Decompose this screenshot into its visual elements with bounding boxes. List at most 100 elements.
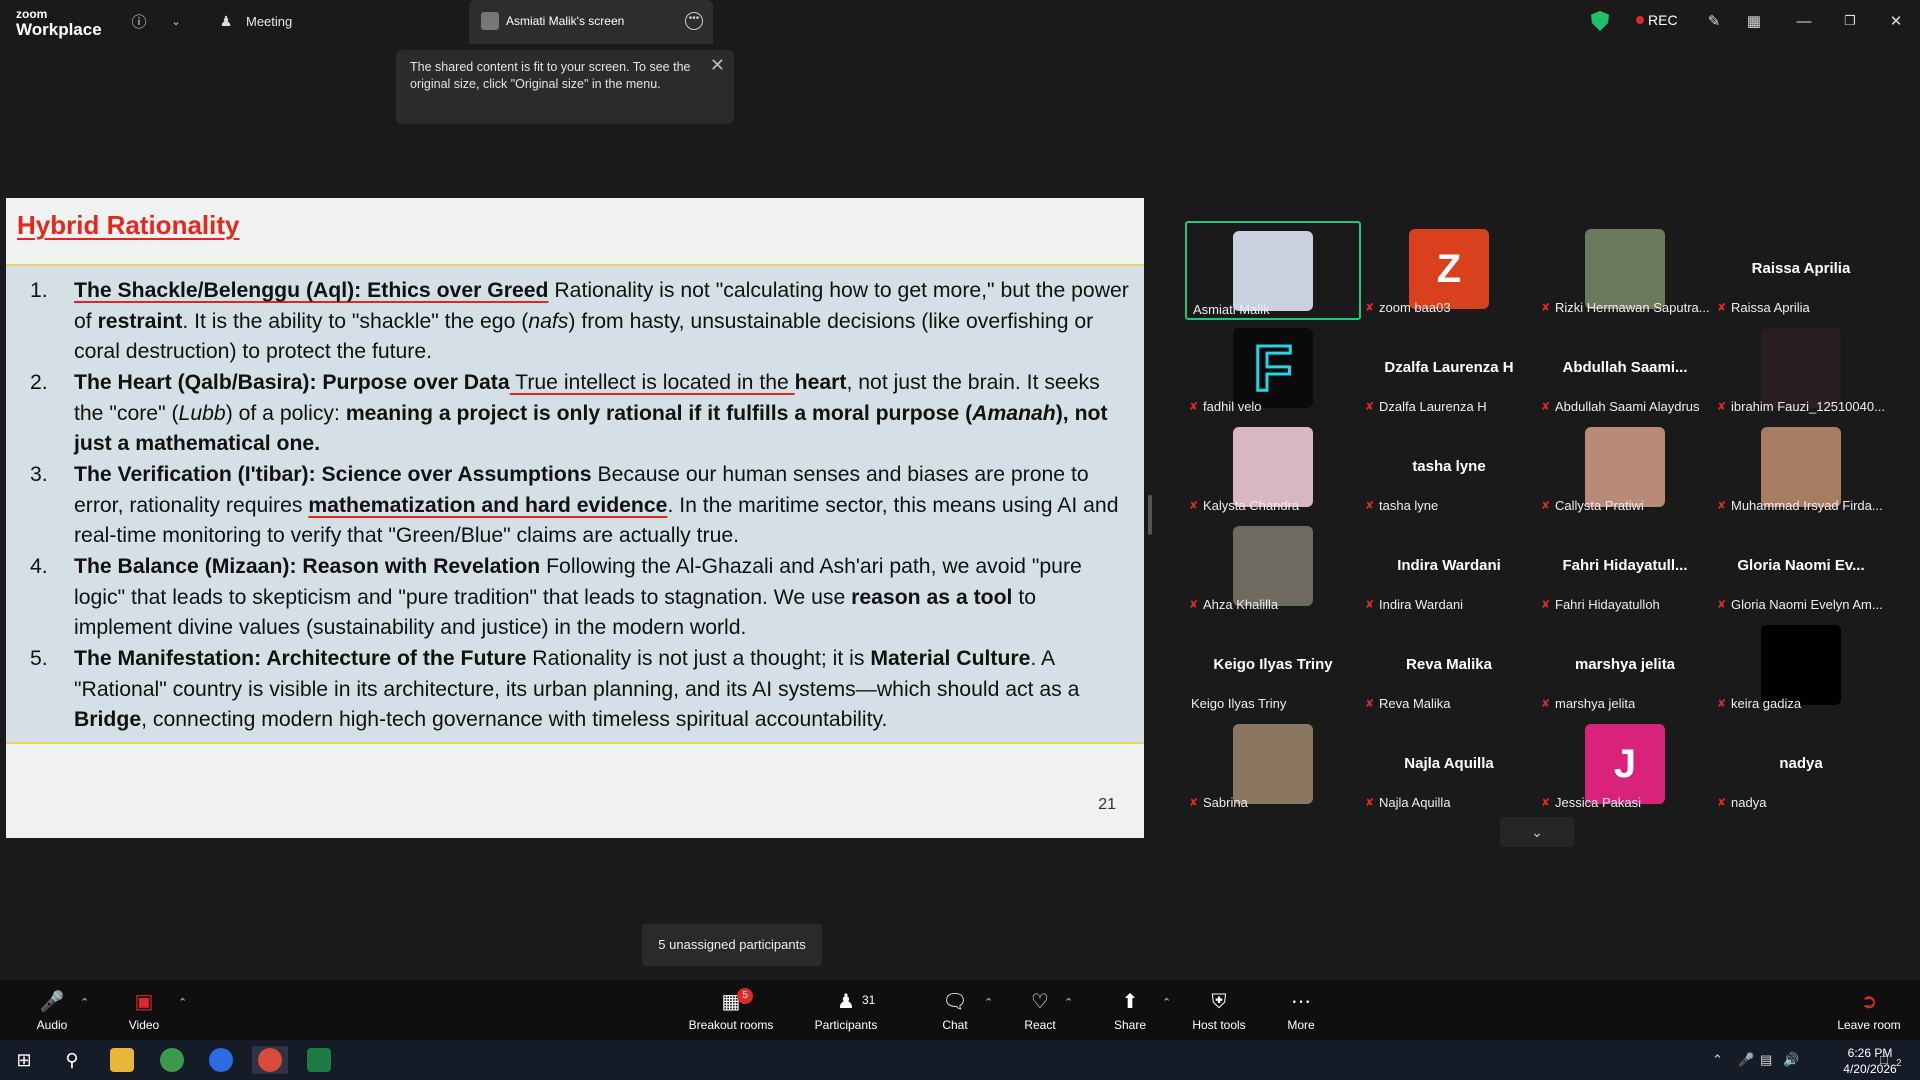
search-icon[interactable]: ⚲	[54, 1046, 90, 1074]
participant-name-label: nadya	[1731, 795, 1767, 810]
tray-expand-icon[interactable]: ⌃	[1712, 1052, 1723, 1068]
participant-tile[interactable]: Abdullah Saami... ✘ Abdullah Saami Alaydru…	[1537, 320, 1713, 419]
info-icon[interactable]: ⓘ	[128, 10, 150, 32]
video-button[interactable]: ▣ Video	[94, 980, 194, 1040]
gallery-next-page-button[interactable]: ⌄	[1500, 817, 1574, 847]
mic-muted-icon: ✘	[1365, 698, 1375, 710]
participant-tile[interactable]: ✘ Sabrina	[1185, 716, 1361, 815]
participant-tile[interactable]: Z ✘ zoom baa03	[1361, 221, 1537, 320]
more-button[interactable]: ⋯ More	[1251, 980, 1351, 1040]
encryption-shield-icon[interactable]	[1591, 11, 1609, 31]
participant-name-label: Muhammad Irsyad Firda...	[1731, 498, 1883, 513]
notifications-icon[interactable]: □	[1880, 1052, 1888, 1067]
view-layout-icon[interactable]: ▦	[1743, 10, 1765, 32]
participant-tile[interactable]: ✘ Ahza Khalilla	[1185, 518, 1361, 617]
video-options-caret[interactable]: ⌃	[178, 996, 187, 1009]
participant-tile[interactable]: J ✘ Jessica Pakasi	[1537, 716, 1713, 815]
participant-name-label: tasha lyne	[1379, 498, 1439, 513]
participant-tile[interactable]: ✘ Kalysta Chandra	[1185, 419, 1361, 518]
meeting-people-icon[interactable]: ♟	[215, 10, 237, 32]
participant-tile[interactable]: Asmiati Malik	[1185, 221, 1361, 320]
participant-tile[interactable]: marshya jelita ✘ marshya jelita	[1537, 617, 1713, 716]
mic-muted-icon: ✘	[1717, 302, 1727, 314]
participants-count: 31	[862, 993, 876, 1007]
participant-name-label: ibrahim Fauzi_12510040...	[1731, 399, 1885, 414]
participant-display-name: Dzalfa Laurenza H	[1384, 359, 1514, 376]
participant-tile[interactable]: ✘ keira gadiza	[1713, 617, 1889, 716]
zoom-app-icon[interactable]	[203, 1046, 239, 1074]
participant-tile[interactable]: Reva Malika ✘ Reva Malika	[1361, 617, 1537, 716]
leave-door-icon: ➲	[1860, 991, 1878, 1013]
recording-indicator[interactable]: REC	[1648, 12, 1678, 28]
participant-name-label: Callysta Pratiwi	[1555, 498, 1644, 513]
participant-tile[interactable]: Najla Aquilla ✘ Najla Aquilla	[1361, 716, 1537, 815]
network-icon[interactable]: ▤	[1760, 1052, 1772, 1068]
participant-name-label: Kalysta Chandra	[1203, 498, 1300, 513]
windows-start-icon[interactable]: ⊞	[6, 1046, 42, 1074]
participant-tile[interactable]: Indira Wardani ✘ Indira Wardani	[1361, 518, 1537, 617]
participant-name-label: Indira Wardani	[1379, 597, 1464, 612]
excel-icon[interactable]	[301, 1046, 337, 1074]
participant-display-name: nadya	[1779, 755, 1823, 772]
participant-tile[interactable]: ✘ Callysta Pratiwi	[1537, 419, 1713, 518]
share-button[interactable]: ⬆ Share	[1080, 980, 1180, 1040]
participant-video	[1233, 526, 1313, 606]
minimize-icon[interactable]: —	[1793, 10, 1815, 32]
participant-tile[interactable]: ✘ ibrahim Fauzi_12510040...	[1713, 320, 1889, 419]
participant-name-label: Raissa Aprilia	[1731, 300, 1810, 315]
participant-tile[interactable]: Raissa Aprilia ✘ Raissa Aprilia	[1713, 221, 1889, 320]
participant-name-label: keira gadiza	[1731, 696, 1802, 711]
microphone-tray-icon[interactable]: 🎤	[1738, 1052, 1754, 1068]
participant-tile[interactable]: Fahri Hidayatull... ✘ Fahri Hidayatulloh	[1537, 518, 1713, 617]
top-bar: zoom Workplace ⓘ ⌄ ♟ Meeting Asmiati Mal…	[0, 0, 1920, 44]
react-button[interactable]: ♡ React	[990, 980, 1090, 1040]
react-heart-icon: ♡	[1031, 991, 1049, 1013]
chevron-down-icon[interactable]: ⌄	[165, 10, 187, 32]
participant-name-label: Ahza Khalilla	[1203, 597, 1279, 612]
breakout-rooms-button[interactable]: ▦ Breakout rooms	[681, 980, 781, 1040]
file-explorer-icon[interactable]	[104, 1046, 140, 1074]
shared-screen-tab[interactable]: Asmiati Malik's screen •••	[469, 0, 713, 44]
participant-tile[interactable]: F ✘ fadhil velo	[1185, 320, 1361, 419]
participant-name-label: Fahri Hidayatulloh	[1555, 597, 1660, 612]
participant-tile[interactable]: nadya ✘ nadya	[1713, 716, 1889, 815]
mic-muted-icon: ✘	[1541, 401, 1551, 413]
participant-tile[interactable]: Keigo Ilyas Triny Keigo Ilyas Triny	[1185, 617, 1361, 716]
participant-initial-avatar: Z	[1436, 247, 1462, 291]
participant-tile[interactable]: Dzalfa Laurenza H ✘ Dzalfa Laurenza H	[1361, 320, 1537, 419]
unassigned-participants-tooltip[interactable]: 5 unassigned participants	[642, 924, 822, 966]
participant-initial-avatar: J	[1613, 742, 1637, 786]
participant-video	[1585, 427, 1665, 507]
participants-button[interactable]: ♟ Participants	[796, 980, 896, 1040]
audio-button[interactable]: 🎤 Audio	[2, 980, 102, 1040]
leave-room-button[interactable]: ➲ Leave room	[1819, 980, 1919, 1040]
participant-tile[interactable]: tasha lyne ✘ tasha lyne	[1361, 419, 1537, 518]
participant-video	[1585, 229, 1665, 309]
participant-tile[interactable]: ✘ Muhammad Irsyad Firda...	[1713, 419, 1889, 518]
restore-icon[interactable]: ❐	[1839, 10, 1861, 32]
annotate-pen-icon[interactable]: ✎	[1703, 10, 1725, 32]
participant-name-label: fadhil velo	[1203, 399, 1262, 414]
participant-tile[interactable]: ✘ Rizki Hermawan Saputra...	[1537, 221, 1713, 320]
volume-icon[interactable]: 🔊	[1783, 1052, 1799, 1068]
participant-name-label: Najla Aquilla	[1379, 795, 1451, 810]
more-options-icon[interactable]: •••	[685, 12, 703, 30]
chrome-active-icon[interactable]	[252, 1046, 288, 1074]
audio-options-caret[interactable]: ⌃	[80, 996, 89, 1009]
notice-close-icon[interactable]: ✕	[710, 55, 725, 76]
breakout-badge: 5	[737, 988, 753, 1004]
chrome-icon[interactable]	[154, 1046, 190, 1074]
system-clock[interactable]: 6:26 PM 4/20/2026	[1840, 1045, 1900, 1077]
chat-icon: 🗨	[942, 991, 968, 1013]
mic-muted-icon: 🎤	[39, 991, 65, 1013]
meeting-label[interactable]: Meeting	[246, 14, 292, 29]
mic-muted-icon: ✘	[1365, 797, 1375, 809]
react-options-caret[interactable]: ⌃	[1064, 996, 1073, 1009]
mic-muted-icon: ✘	[1717, 599, 1727, 611]
mic-muted-icon: ✘	[1365, 302, 1375, 314]
participant-display-name: Fahri Hidayatull...	[1562, 557, 1688, 574]
close-icon[interactable]: ✕	[1885, 10, 1907, 32]
participant-tile[interactable]: Gloria Naomi Ev... ✘ Gloria Naomi Evelyn A…	[1713, 518, 1889, 617]
slide-page-number: 21	[1098, 796, 1116, 813]
split-view-handle[interactable]	[1148, 495, 1152, 535]
